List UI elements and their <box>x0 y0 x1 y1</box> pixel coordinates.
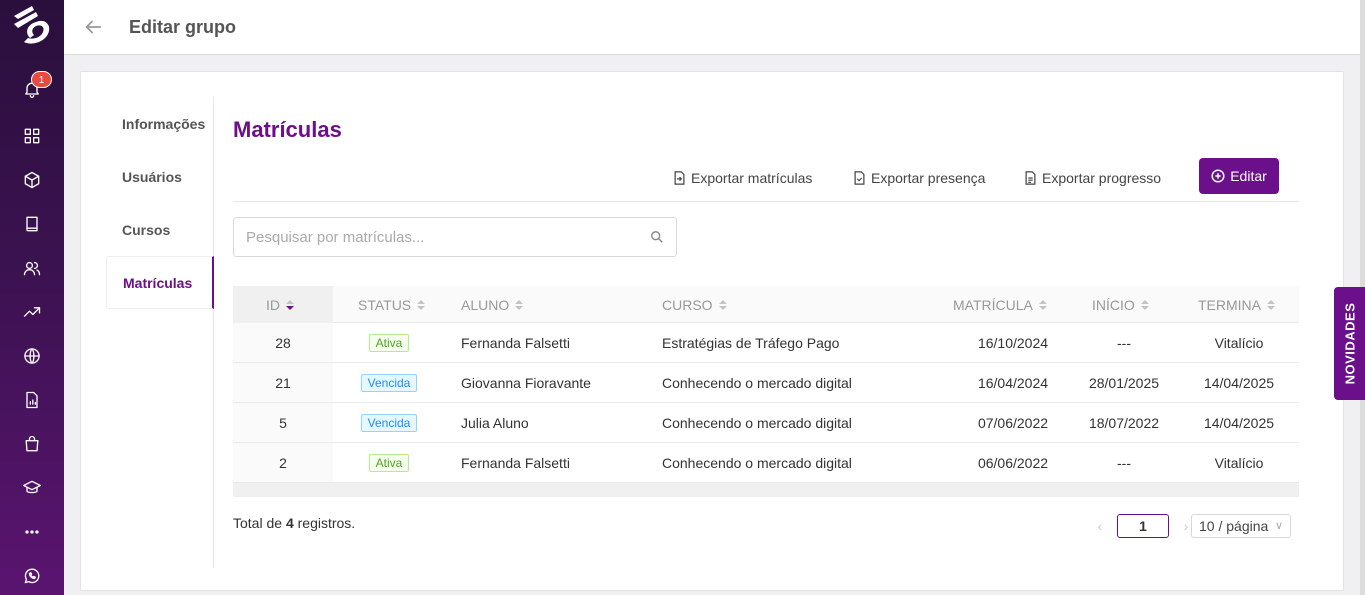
cell-curso: Conhecendo o mercado digital <box>662 374 852 391</box>
current-page[interactable]: 1 <box>1117 514 1169 538</box>
cell-matricula: 16/10/2024 <box>977 334 1049 351</box>
dashboard-icon[interactable] <box>20 124 44 148</box>
search-box <box>233 217 677 257</box>
graduation-cap-icon[interactable] <box>20 476 44 500</box>
sort-icon <box>718 299 727 310</box>
export-enrollments-label: Exportar matrículas <box>691 170 813 186</box>
export-file-icon <box>674 171 685 185</box>
table-row[interactable]: 21 Vencida Giovanna Fioravante Conhecend… <box>233 363 1299 403</box>
export-attendance-button[interactable]: Exportar presença <box>853 168 985 188</box>
export-progress-button[interactable]: Exportar progresso <box>1024 168 1161 188</box>
cell-id: 5 <box>279 414 287 431</box>
back-arrow-icon[interactable] <box>82 16 106 40</box>
column-header-inicio[interactable]: INÍCIO <box>1092 286 1149 323</box>
cell-curso: Conhecendo o mercado digital <box>662 414 852 431</box>
novidades-tab[interactable]: NOVIDADES <box>1334 287 1365 400</box>
cell-matricula: 06/06/2022 <box>977 454 1049 471</box>
status-badge: Vencida <box>360 373 418 392</box>
sort-icon <box>515 299 524 310</box>
sort-icon <box>1140 299 1149 310</box>
column-header-matricula[interactable]: MATRÍCULA <box>953 286 1047 323</box>
sidebar: 1 <box>0 0 64 595</box>
pagination: ‹ 1 › <box>1093 514 1193 538</box>
shopping-bag-icon[interactable] <box>20 432 44 456</box>
cell-termina: Vitalício <box>1214 334 1264 351</box>
search-icon[interactable] <box>650 230 666 246</box>
menu-item-informacoes[interactable]: Informações <box>106 97 213 150</box>
table-row[interactable]: 5 Vencida Julia Aluno Conhecendo o merca… <box>233 403 1299 443</box>
column-header-aluno[interactable]: ALUNO <box>461 286 524 323</box>
menu-item-matriculas[interactable]: Matrículas <box>106 256 214 309</box>
novidades-label: NOVIDADES <box>1342 302 1358 385</box>
chevron-down-icon: ∨ <box>1274 520 1283 532</box>
cell-termina: 14/04/2025 <box>1203 374 1275 391</box>
table-horizontal-scrollbar[interactable] <box>233 483 1299 497</box>
cell-aluno: Giovanna Fioravante <box>461 374 591 391</box>
sort-icon <box>1267 299 1275 310</box>
cell-aluno: Fernanda Falsetti <box>461 454 570 471</box>
total-records: Total de 4 registros. <box>233 515 356 531</box>
cell-id: 2 <box>279 454 287 471</box>
toolbar: Exportar matrículas Exportar presença Ex… <box>233 158 1299 202</box>
cell-inicio: --- <box>1117 454 1131 471</box>
main-card: Informações Usuários Cursos Matrículas M… <box>80 71 1344 591</box>
file-check-icon <box>854 171 865 185</box>
report-icon[interactable] <box>20 388 44 412</box>
cell-aluno: Fernanda Falsetti <box>461 334 570 351</box>
enrollments-table: ID STATUS ALUNO CURSO MATRÍCULA INÍCIO T… <box>233 286 1299 497</box>
book-icon[interactable] <box>20 212 44 236</box>
table-row[interactable]: 28 Ativa Fernanda Falsetti Estratégias d… <box>233 323 1299 363</box>
export-progress-label: Exportar progresso <box>1042 170 1162 186</box>
sort-icon <box>286 299 294 310</box>
search-input[interactable] <box>234 218 634 256</box>
table-header: ID STATUS ALUNO CURSO MATRÍCULA INÍCIO T… <box>233 286 1299 323</box>
column-header-termina[interactable]: TERMINA <box>1198 286 1275 323</box>
cell-id: 28 <box>275 334 291 351</box>
column-header-status[interactable]: STATUS <box>358 286 426 323</box>
cell-inicio: 28/01/2025 <box>1088 374 1160 391</box>
sort-icon <box>417 299 426 310</box>
plus-circle-icon <box>1211 169 1225 183</box>
page-size-select[interactable]: 10 / página ∨ <box>1191 514 1291 538</box>
cell-matricula: 16/04/2024 <box>977 374 1049 391</box>
section-menu: Informações Usuários Cursos Matrículas <box>106 97 214 568</box>
status-badge: Ativa <box>368 333 410 352</box>
top-header: Editar grupo <box>64 0 1360 55</box>
column-header-curso[interactable]: CURSO <box>662 286 727 323</box>
cell-curso: Estratégias de Tráfego Pago <box>662 334 840 351</box>
cell-matricula: 07/06/2022 <box>977 414 1049 431</box>
menu-item-usuarios[interactable]: Usuários <box>106 150 213 203</box>
notification-badge: 1 <box>31 71 52 88</box>
whatsapp-icon[interactable] <box>20 564 44 588</box>
logo[interactable] <box>10 4 54 50</box>
cell-inicio: 18/07/2022 <box>1088 414 1160 431</box>
trending-up-icon[interactable] <box>20 300 44 324</box>
cell-inicio: --- <box>1117 334 1131 351</box>
prev-page-icon[interactable]: ‹ <box>1093 518 1107 534</box>
users-icon[interactable] <box>20 256 44 280</box>
cell-termina: Vitalício <box>1214 454 1264 471</box>
menu-item-cursos[interactable]: Cursos <box>106 203 213 256</box>
status-badge: Ativa <box>368 453 410 472</box>
export-attendance-label: Exportar presença <box>871 170 986 186</box>
sort-icon <box>1038 299 1047 310</box>
cell-termina: 14/04/2025 <box>1203 414 1275 431</box>
cell-aluno: Julia Aluno <box>461 414 529 431</box>
status-badge: Vencida <box>360 413 418 432</box>
cube-icon[interactable] <box>20 168 44 192</box>
column-header-id[interactable]: ID <box>266 286 294 323</box>
page-title: Editar grupo <box>129 17 236 37</box>
globe-icon[interactable] <box>20 344 44 368</box>
total-count: 4 <box>285 515 294 531</box>
more-icon[interactable] <box>20 520 44 544</box>
section-title: Matrículas <box>233 117 342 142</box>
table-row[interactable]: 2 Ativa Fernanda Falsetti Conhecendo o m… <box>233 443 1299 483</box>
edit-button[interactable]: Editar <box>1199 158 1279 194</box>
export-enrollments-button[interactable]: Exportar matrículas <box>673 168 812 188</box>
cell-curso: Conhecendo o mercado digital <box>662 454 852 471</box>
cell-id: 21 <box>275 374 291 391</box>
file-text-icon <box>1025 171 1036 185</box>
edit-label: Editar <box>1230 168 1267 184</box>
